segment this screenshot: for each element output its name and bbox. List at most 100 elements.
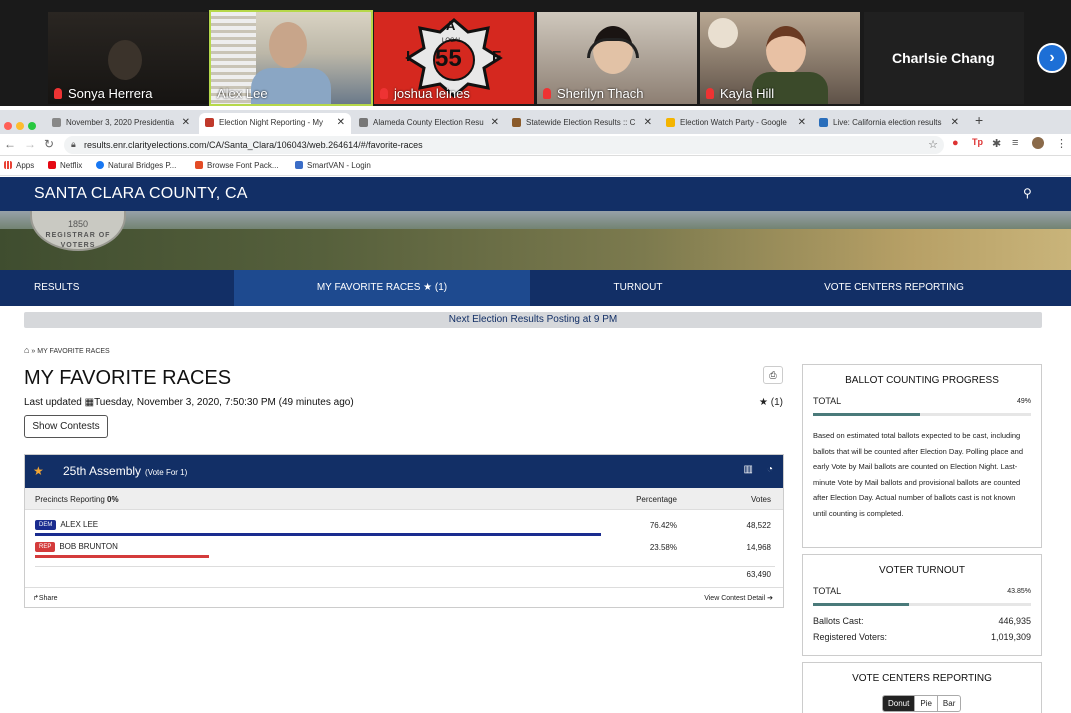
vote-centers-card: VOTE CENTERS REPORTING Donut Pie Bar: [802, 662, 1042, 713]
view-contest-detail-link[interactable]: View Contest Detail ➔: [704, 594, 773, 602]
close-tab-icon[interactable]: ✕: [798, 117, 806, 128]
map-icon[interactable]: ▥: [744, 464, 753, 475]
race-vote-for: (Vote For 1): [145, 468, 188, 477]
maximize-window-icon[interactable]: [28, 122, 36, 130]
puzzle-icon[interactable]: ✱: [992, 137, 1001, 150]
browser-tab[interactable]: November 3, 2020 Presidentia ✕: [46, 113, 196, 134]
browser-tab-bar: November 3, 2020 Presidentia ✕ Election N…: [0, 110, 1071, 134]
browser-tab[interactable]: Statewide Election Results :: C ✕: [506, 113, 658, 134]
seal-arc-text: REGISTRAR OF VOTERS: [45, 232, 111, 249]
url-input[interactable]: 🔒︎ results.enr.clarityelections.com/CA/S…: [64, 136, 944, 154]
chart-type-bar[interactable]: Bar: [938, 696, 960, 711]
progress-label: TOTAL: [813, 396, 842, 406]
logo-letter-left: I: [406, 48, 411, 65]
bookmark-smartvan[interactable]: SmartVAN - Login: [295, 161, 371, 170]
close-tab-icon[interactable]: ✕: [644, 117, 652, 128]
close-tab-icon[interactable]: ✕: [951, 117, 959, 128]
bookmark-font-pack[interactable]: Browse Font Pack...: [195, 161, 279, 170]
back-arrow-icon[interactable]: ←: [4, 137, 16, 151]
tab-label: November 3, 2020 Presidentia: [66, 118, 175, 127]
share-label: Share: [38, 595, 58, 602]
mic-muted-icon: [380, 88, 388, 99]
video-tile[interactable]: Sherilyn Thach: [537, 12, 697, 104]
chart-type-pie[interactable]: Pie: [915, 696, 938, 711]
registered-voters-value: 1,019,309: [990, 632, 1031, 642]
minimize-window-icon[interactable]: [16, 122, 24, 130]
card-title: BALLOT COUNTING PROGRESS: [845, 375, 999, 386]
video-tile[interactable]: A I F LOCAL 55 joshua leines: [374, 12, 534, 104]
netflix-icon: [48, 161, 56, 169]
print-icon[interactable]: ⎙: [763, 366, 783, 384]
bookmark-label: SmartVAN - Login: [307, 161, 371, 170]
share-link[interactable]: ↱Share: [33, 594, 58, 602]
kebab-menu-icon[interactable]: ⋮: [1056, 137, 1067, 150]
favorite-star-icon[interactable]: ★: [33, 464, 44, 478]
participant-name: joshua leines: [394, 86, 470, 101]
new-tab-plus-icon[interactable]: +: [975, 112, 983, 128]
nav-favorite-races[interactable]: MY FAVORITE RACES ★ (1): [234, 270, 530, 306]
video-tile[interactable]: Kayla Hill: [700, 12, 860, 104]
progress-note: Based on estimated total ballots expecte…: [813, 431, 1023, 518]
nav-vote-centers[interactable]: VOTE CENTERS REPORTING: [746, 270, 1042, 306]
extension-icon[interactable]: Tp: [972, 137, 983, 147]
candidate-votes: 14,968: [746, 543, 771, 552]
main-nav: RESULTS MY FAVORITE RACES ★ (1) TURNOUT …: [0, 270, 1071, 306]
address-bar-row: ← → ↻ 🔒︎ results.enr.clarityelections.co…: [0, 134, 1071, 156]
mic-muted-icon: [706, 88, 714, 99]
video-tile-active[interactable]: Alex Lee: [209, 10, 373, 106]
extension-icon[interactable]: ●: [952, 137, 959, 149]
bookmark-star-icon[interactable]: ☆: [928, 138, 938, 151]
lock-icon: 🔒︎: [71, 139, 76, 149]
close-tab-icon[interactable]: ✕: [182, 117, 190, 128]
candidate-pct: 76.42%: [649, 521, 677, 530]
participant-name: Kayla Hill: [720, 86, 775, 101]
ballots-cast-label: Ballots Cast:: [813, 616, 864, 626]
profile-avatar-icon[interactable]: [1032, 137, 1044, 152]
site-title[interactable]: SANTA CLARA COUNTY, CA: [34, 185, 248, 203]
tab-label: Election Night Reporting - My: [219, 118, 324, 127]
search-icon[interactable]: ⚲: [1023, 186, 1032, 200]
progress-track: [813, 413, 1031, 416]
browser-tab-active[interactable]: Election Night Reporting - My ✕: [199, 113, 351, 134]
card-title: VOTE CENTERS REPORTING: [852, 673, 992, 684]
logo-local: LOCAL: [442, 38, 462, 44]
last-updated-time: Tuesday, November 3, 2020, 7:50:30 PM: [94, 397, 276, 408]
show-contests-button[interactable]: Show Contests: [24, 415, 108, 438]
race-name: 25th Assembly: [63, 464, 142, 478]
video-tile[interactable]: Sonya Herrera: [48, 12, 208, 104]
reload-icon[interactable]: ↻: [44, 137, 54, 151]
favorites-count[interactable]: ★ (1): [759, 397, 783, 408]
turnout-fill: [813, 603, 909, 606]
total-divider: [35, 566, 775, 567]
home-icon[interactable]: ⌂: [24, 345, 29, 355]
browser-tab[interactable]: Live: California election results ✕: [813, 113, 965, 134]
tab-favicon-icon: [819, 118, 828, 127]
ballots-cast-row: Ballots Cast: 446,935: [813, 616, 1031, 632]
pie-chart-icon[interactable]: ◔: [767, 464, 773, 475]
candidate-list: DEM ALEX LEE 76.42% 48,522 REP BOB BRUNTON…: [25, 510, 783, 580]
participant-video: [766, 26, 806, 74]
last-updated-label: Last updated: [24, 397, 82, 408]
close-tab-icon[interactable]: ✕: [491, 117, 499, 128]
bookmark-natural-bridges[interactable]: Natural Bridges P...: [96, 161, 176, 170]
adobe-icon: [195, 161, 203, 169]
turnout-total: TOTAL 43.85%: [813, 586, 1031, 606]
reading-list-icon[interactable]: ≡: [1012, 137, 1018, 149]
close-tab-icon[interactable]: ✕: [337, 117, 345, 128]
candidate-share-bar: [35, 533, 601, 536]
logo-letter-top: A: [446, 18, 456, 33]
bookmark-netflix[interactable]: Netflix: [48, 161, 82, 170]
browser-tab[interactable]: Election Watch Party - Google ✕: [660, 113, 812, 134]
nav-turnout[interactable]: TURNOUT: [530, 270, 746, 306]
breadcrumb-current: MY FAVORITE RACES: [37, 348, 110, 355]
close-window-icon[interactable]: [4, 122, 12, 130]
tab-favicon-icon: [52, 118, 61, 127]
bookmark-apps[interactable]: Apps: [4, 161, 34, 170]
forward-arrow-icon[interactable]: →: [24, 137, 36, 151]
next-page-arrow-icon[interactable]: ›: [1037, 43, 1067, 73]
mic-muted-icon: [54, 88, 62, 99]
video-tile-name-only[interactable]: Charlsie Chang: [864, 12, 1024, 104]
chart-type-donut[interactable]: Donut: [883, 696, 916, 711]
browser-tab[interactable]: Alameda County Election Resu ✕: [353, 113, 505, 134]
nav-results[interactable]: RESULTS: [0, 270, 234, 306]
